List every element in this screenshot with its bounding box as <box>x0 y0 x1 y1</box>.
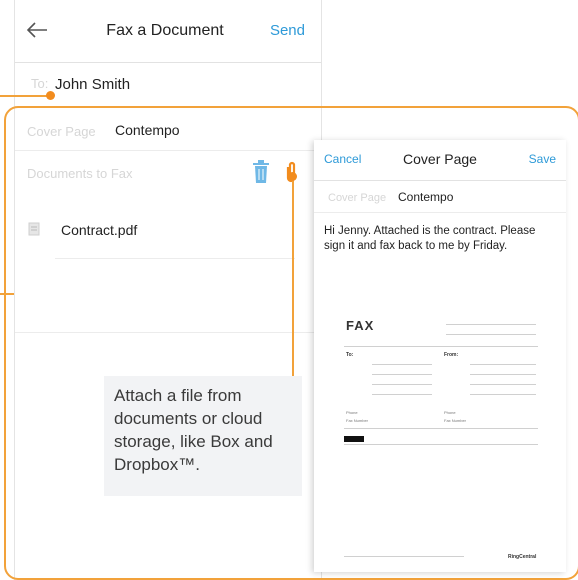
preview-line <box>446 334 536 335</box>
callout-dot <box>288 172 297 181</box>
preview-brand: RingCentral <box>508 554 537 560</box>
back-arrow-icon[interactable] <box>25 20 49 40</box>
preview-to-label: To: <box>346 352 354 358</box>
save-button[interactable]: Save <box>529 152 556 166</box>
preview-line <box>344 428 538 429</box>
divider <box>314 212 566 213</box>
cover-page-title: Cover Page <box>403 151 477 167</box>
send-button[interactable]: Send <box>270 22 305 39</box>
cover-page-label: Cover Page <box>328 192 387 204</box>
preview-fax-number-label: Fax Number <box>444 418 467 423</box>
top-bar: Fax a Document Send <box>15 0 321 63</box>
preview-note-bar <box>344 436 364 442</box>
preview-line <box>372 374 432 375</box>
fax-preview-title: FAX <box>346 318 375 333</box>
callout-connector <box>0 95 50 97</box>
preview-phone-label: Phone <box>346 410 358 415</box>
cover-page-select[interactable]: Contempo <box>398 190 453 204</box>
preview-line <box>470 374 536 375</box>
preview-line <box>470 394 536 395</box>
fax-cover-preview: FAX To: From: Phone Fax Number Phone Fax… <box>336 312 542 568</box>
preview-fax-number-label: Fax Number <box>346 418 369 423</box>
preview-phone-label: Phone <box>444 410 456 415</box>
preview-from-label: From: <box>444 352 459 358</box>
to-placeholder: To: <box>31 76 49 91</box>
cover-message[interactable]: Hi Jenny. Attached is the contract. Plea… <box>324 224 556 253</box>
preview-line <box>372 364 432 365</box>
cover-page-panel: Cancel Cover Page Save Cover Page Contem… <box>314 140 566 572</box>
preview-line <box>372 384 432 385</box>
preview-line <box>470 384 536 385</box>
preview-line <box>344 346 538 347</box>
callout-connector <box>0 293 14 295</box>
recipient-field[interactable]: John Smith <box>55 76 130 93</box>
preview-line <box>446 324 536 325</box>
preview-footer-line <box>344 556 464 557</box>
callout-connector <box>292 178 294 376</box>
preview-line <box>470 364 536 365</box>
cover-page-header: Cancel Cover Page Save <box>314 140 566 181</box>
page-title: Fax a Document <box>106 22 224 39</box>
cancel-button[interactable]: Cancel <box>324 152 361 166</box>
callout-dot <box>46 91 55 100</box>
preview-line <box>344 444 538 445</box>
preview-line <box>372 394 432 395</box>
caption-text: Attach a file from documents or cloud st… <box>114 386 273 474</box>
